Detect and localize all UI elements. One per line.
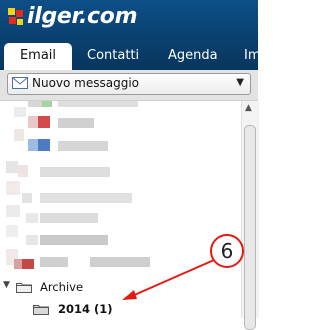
annotation-step-number: 6: [210, 234, 244, 268]
annotation-arrow: [122, 259, 215, 300]
